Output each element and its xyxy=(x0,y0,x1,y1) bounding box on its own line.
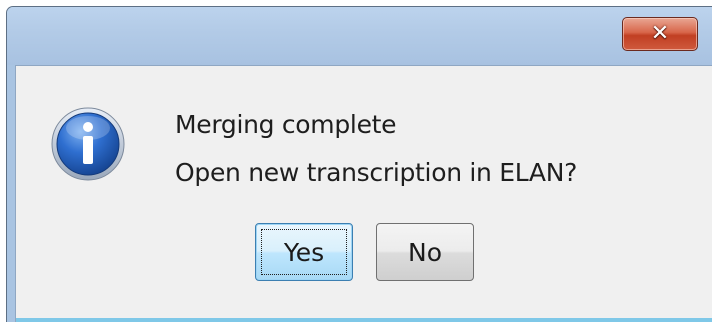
screen: ✕ Merging complete Open new transcriptio… xyxy=(0,0,712,322)
message-dialog: ✕ Merging complete Open new transcriptio… xyxy=(6,6,712,322)
window-bottom-border xyxy=(16,318,712,322)
yes-button[interactable]: Yes xyxy=(255,223,353,281)
dialog-body: Merging complete Open new transcription … xyxy=(15,65,712,322)
close-button[interactable]: ✕ xyxy=(622,17,698,51)
information-icon xyxy=(51,107,125,181)
no-button[interactable]: No xyxy=(376,223,474,281)
close-icon: ✕ xyxy=(650,21,670,46)
message-title: Merging complete xyxy=(175,110,397,139)
focus-rectangle xyxy=(261,229,347,275)
no-button-label: No xyxy=(408,237,442,267)
title-bar[interactable]: ✕ xyxy=(7,7,712,65)
message-question: Open new transcription in ELAN? xyxy=(175,158,578,187)
